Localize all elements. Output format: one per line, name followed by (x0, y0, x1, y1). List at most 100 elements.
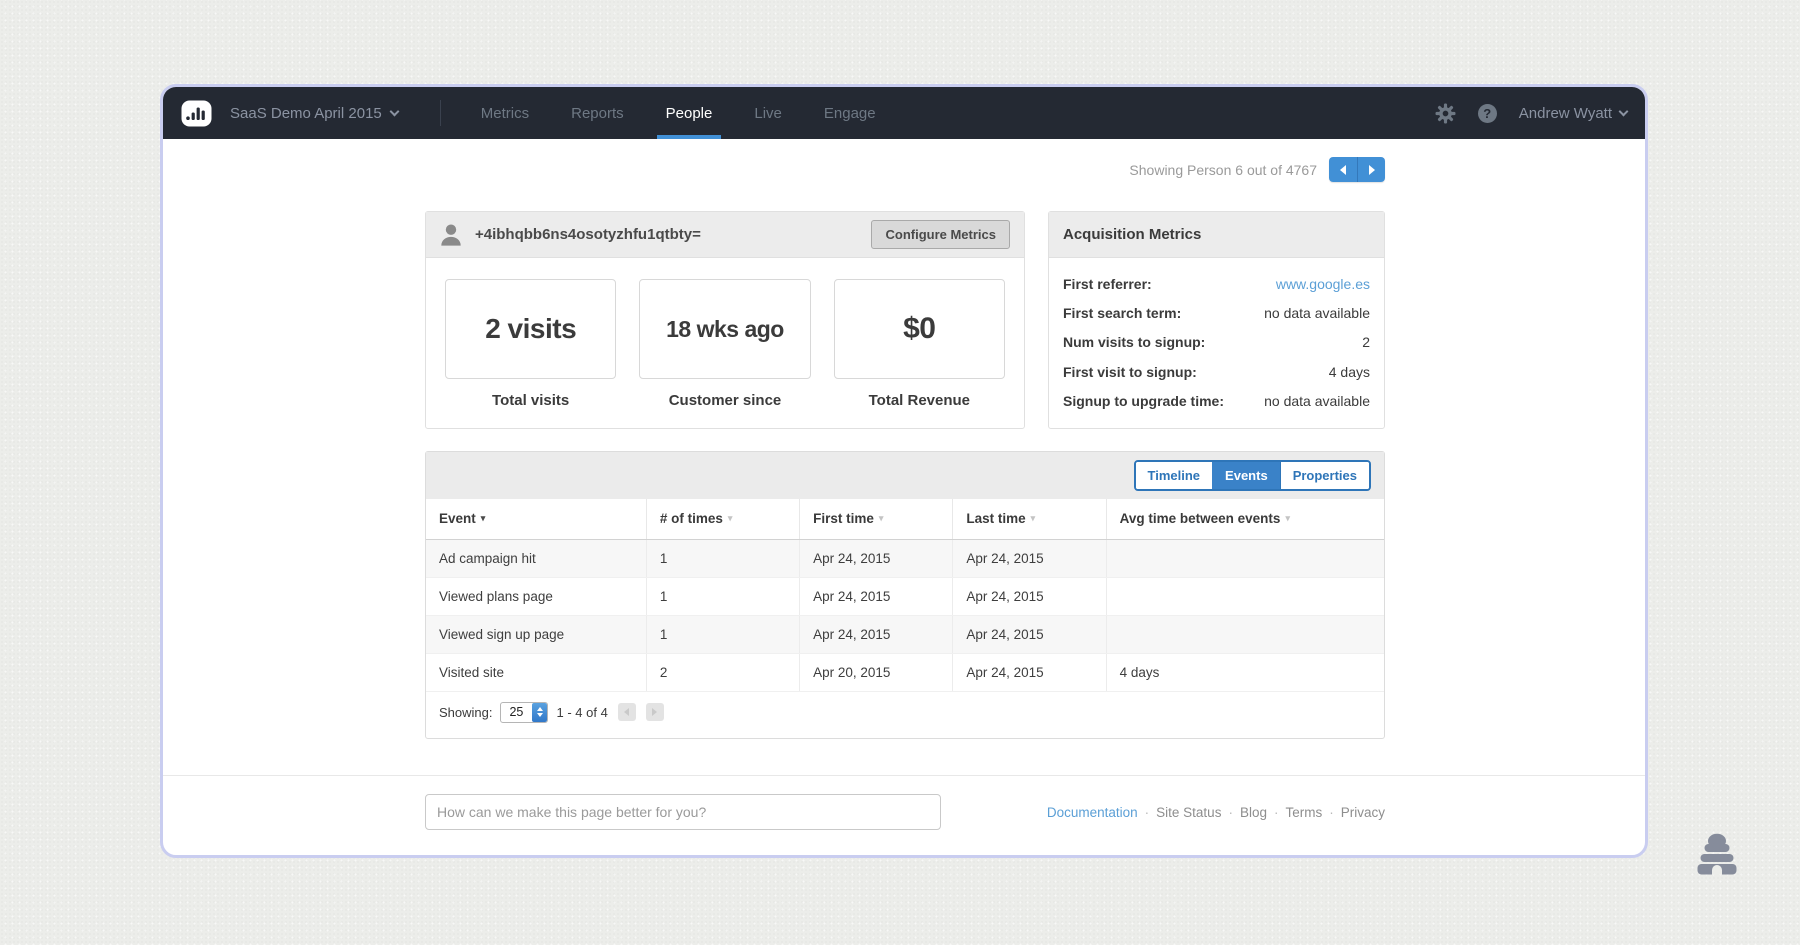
tab-properties[interactable]: Properties (1280, 462, 1369, 489)
configure-metrics-button[interactable]: Configure Metrics (871, 220, 1010, 249)
cell-last-time: Apr 24, 2015 (953, 615, 1106, 653)
help-icon[interactable]: ? (1478, 104, 1497, 123)
tab-events[interactable]: Events (1212, 462, 1280, 489)
arrow-left-icon (1340, 165, 1346, 175)
cell-first-time: Apr 24, 2015 (800, 539, 953, 577)
feedback-input[interactable] (425, 794, 941, 830)
arrow-right-icon (652, 708, 657, 716)
acquisition-row-signup-to-upgrade-time: Signup to upgrade time: no data availabl… (1063, 392, 1370, 410)
stat-customer-since: 18 wks ago Customer since (639, 279, 810, 409)
stat-label: Customer since (639, 392, 810, 409)
cell-last-time: Apr 24, 2015 (953, 577, 1106, 615)
footer-link-documentation[interactable]: Documentation (1047, 805, 1138, 820)
beehive-icon (1692, 830, 1742, 885)
acquisition-value[interactable]: www.google.es (1276, 275, 1370, 293)
events-table-body: Ad campaign hit1Apr 24, 2015Apr 24, 2015… (426, 539, 1384, 691)
project-name: SaaS Demo April 2015 (230, 105, 382, 122)
gear-icon[interactable] (1435, 103, 1456, 124)
column-header-avg-time-between-events[interactable]: Avg time between events▾ (1106, 499, 1384, 539)
footer: Documentation·Site Status·Blog·Terms·Pri… (425, 776, 1385, 848)
cell-avg-time-between-events (1106, 577, 1384, 615)
sort-arrow-icon: ▾ (879, 513, 884, 523)
stat-total-visits: 2 visits Total visits (445, 279, 616, 409)
acquisition-row-num-visits-to-signup: Num visits to signup: 2 (1063, 333, 1370, 351)
dot-separator: · (1329, 805, 1334, 820)
stat-label: Total Revenue (834, 392, 1005, 409)
nav-item-live[interactable]: Live (752, 87, 784, 139)
events-panel: TimelineEventsProperties Event▾# of time… (425, 451, 1385, 739)
acquisition-value: no data available (1264, 304, 1370, 322)
person-pager: Showing Person 6 out of 4767 (425, 157, 1385, 182)
footer-link-blog[interactable]: Blog (1240, 805, 1267, 820)
sort-arrow-icon: ▾ (1031, 513, 1036, 523)
page-size-select[interactable]: 25 (500, 702, 548, 723)
footer-link-privacy[interactable]: Privacy (1341, 805, 1385, 820)
dot-separator: · (1274, 805, 1279, 820)
column-header-last-time[interactable]: Last time▾ (953, 499, 1106, 539)
cell-of-times: 2 (646, 653, 799, 691)
footer-links: Documentation·Site Status·Blog·Terms·Pri… (1047, 805, 1385, 820)
footer-link-site-status[interactable]: Site Status (1156, 805, 1221, 820)
chevron-down-icon (389, 106, 399, 116)
cell-event: Viewed sign up page (426, 615, 646, 653)
acquisition-value: 4 days (1329, 363, 1370, 381)
column-header-event[interactable]: Event▾ (426, 499, 646, 539)
acquisition-row-first-referrer: First referrer: www.google.es (1063, 275, 1370, 293)
cell-last-time: Apr 24, 2015 (953, 653, 1106, 691)
stat-value: 18 wks ago (666, 316, 784, 343)
stat-value-box: 2 visits (445, 279, 616, 379)
stat-value-box: $0 (834, 279, 1005, 379)
user-name: Andrew Wyatt (1519, 105, 1612, 122)
cell-avg-time-between-events (1106, 615, 1384, 653)
table-row[interactable]: Ad campaign hit1Apr 24, 2015Apr 24, 2015 (426, 539, 1384, 577)
next-person-button[interactable] (1357, 157, 1385, 182)
tab-timeline[interactable]: Timeline (1136, 462, 1213, 489)
column-header-first-time[interactable]: First time▾ (800, 499, 953, 539)
acquisition-label: First visit to signup: (1063, 363, 1197, 381)
nav-item-people[interactable]: People (664, 87, 715, 139)
nav-item-reports[interactable]: Reports (569, 87, 626, 139)
stat-value: 2 visits (485, 313, 576, 345)
nav-item-engage[interactable]: Engage (822, 87, 878, 139)
showing-label: Showing: (439, 705, 492, 720)
table-row[interactable]: Viewed sign up page1Apr 24, 2015Apr 24, … (426, 615, 1384, 653)
project-selector[interactable]: SaaS Demo April 2015 (230, 105, 398, 122)
profile-card: +4ibhqbb6ns4osotyzhfu1qtbty= Configure M… (425, 211, 1025, 429)
table-next-page-button[interactable] (646, 703, 664, 721)
cell-of-times: 1 (646, 615, 799, 653)
table-previous-page-button[interactable] (618, 703, 636, 721)
nav-items: Metrics Reports People Live Engage (479, 87, 878, 139)
mixpanel-logo-icon[interactable] (181, 100, 212, 127)
dot-separator: · (1145, 805, 1150, 820)
stat-label: Total visits (445, 392, 616, 409)
person-pager-buttons (1329, 157, 1385, 182)
cards-row: +4ibhqbb6ns4osotyzhfu1qtbty= Configure M… (425, 211, 1385, 429)
profile-stats: 2 visits Total visits 18 wks ago Custome… (426, 258, 1024, 409)
profile-card-header: +4ibhqbb6ns4osotyzhfu1qtbty= Configure M… (426, 212, 1024, 258)
footer-link-terms[interactable]: Terms (1285, 805, 1322, 820)
previous-person-button[interactable] (1329, 157, 1357, 182)
cell-event: Ad campaign hit (426, 539, 646, 577)
cell-of-times: 1 (646, 577, 799, 615)
acquisition-row-first-search-term: First search term: no data available (1063, 304, 1370, 322)
acquisition-label: First referrer: (1063, 275, 1152, 293)
nav-item-metrics[interactable]: Metrics (479, 87, 531, 139)
user-menu[interactable]: Andrew Wyatt (1519, 105, 1627, 122)
person-pager-label: Showing Person 6 out of 4767 (1129, 162, 1317, 178)
view-tabs: TimelineEventsProperties (1134, 460, 1371, 491)
events-table: Event▾# of times▾First time▾Last time▾Av… (426, 499, 1384, 692)
stat-total-revenue: $0 Total Revenue (834, 279, 1005, 409)
table-row[interactable]: Visited site2Apr 20, 2015Apr 24, 20154 d… (426, 653, 1384, 691)
column-header-of-times[interactable]: # of times▾ (646, 499, 799, 539)
acquisition-row-first-visit-to-signup: First visit to signup: 4 days (1063, 363, 1370, 381)
acquisition-label: Signup to upgrade time: (1063, 392, 1224, 410)
sort-arrow-icon: ▾ (1285, 513, 1290, 523)
table-row[interactable]: Viewed plans page1Apr 24, 2015Apr 24, 20… (426, 577, 1384, 615)
app-window: SaaS Demo April 2015 Metrics Reports Peopl… (160, 84, 1648, 858)
acquisition-body: First referrer: www.google.es First sear… (1049, 258, 1384, 410)
acquisition-card-header: Acquisition Metrics (1049, 212, 1384, 258)
navbar-right: ? Andrew Wyatt (1435, 103, 1627, 124)
arrow-right-icon (1369, 165, 1375, 175)
cell-first-time: Apr 20, 2015 (800, 653, 953, 691)
stat-value: $0 (903, 312, 935, 346)
